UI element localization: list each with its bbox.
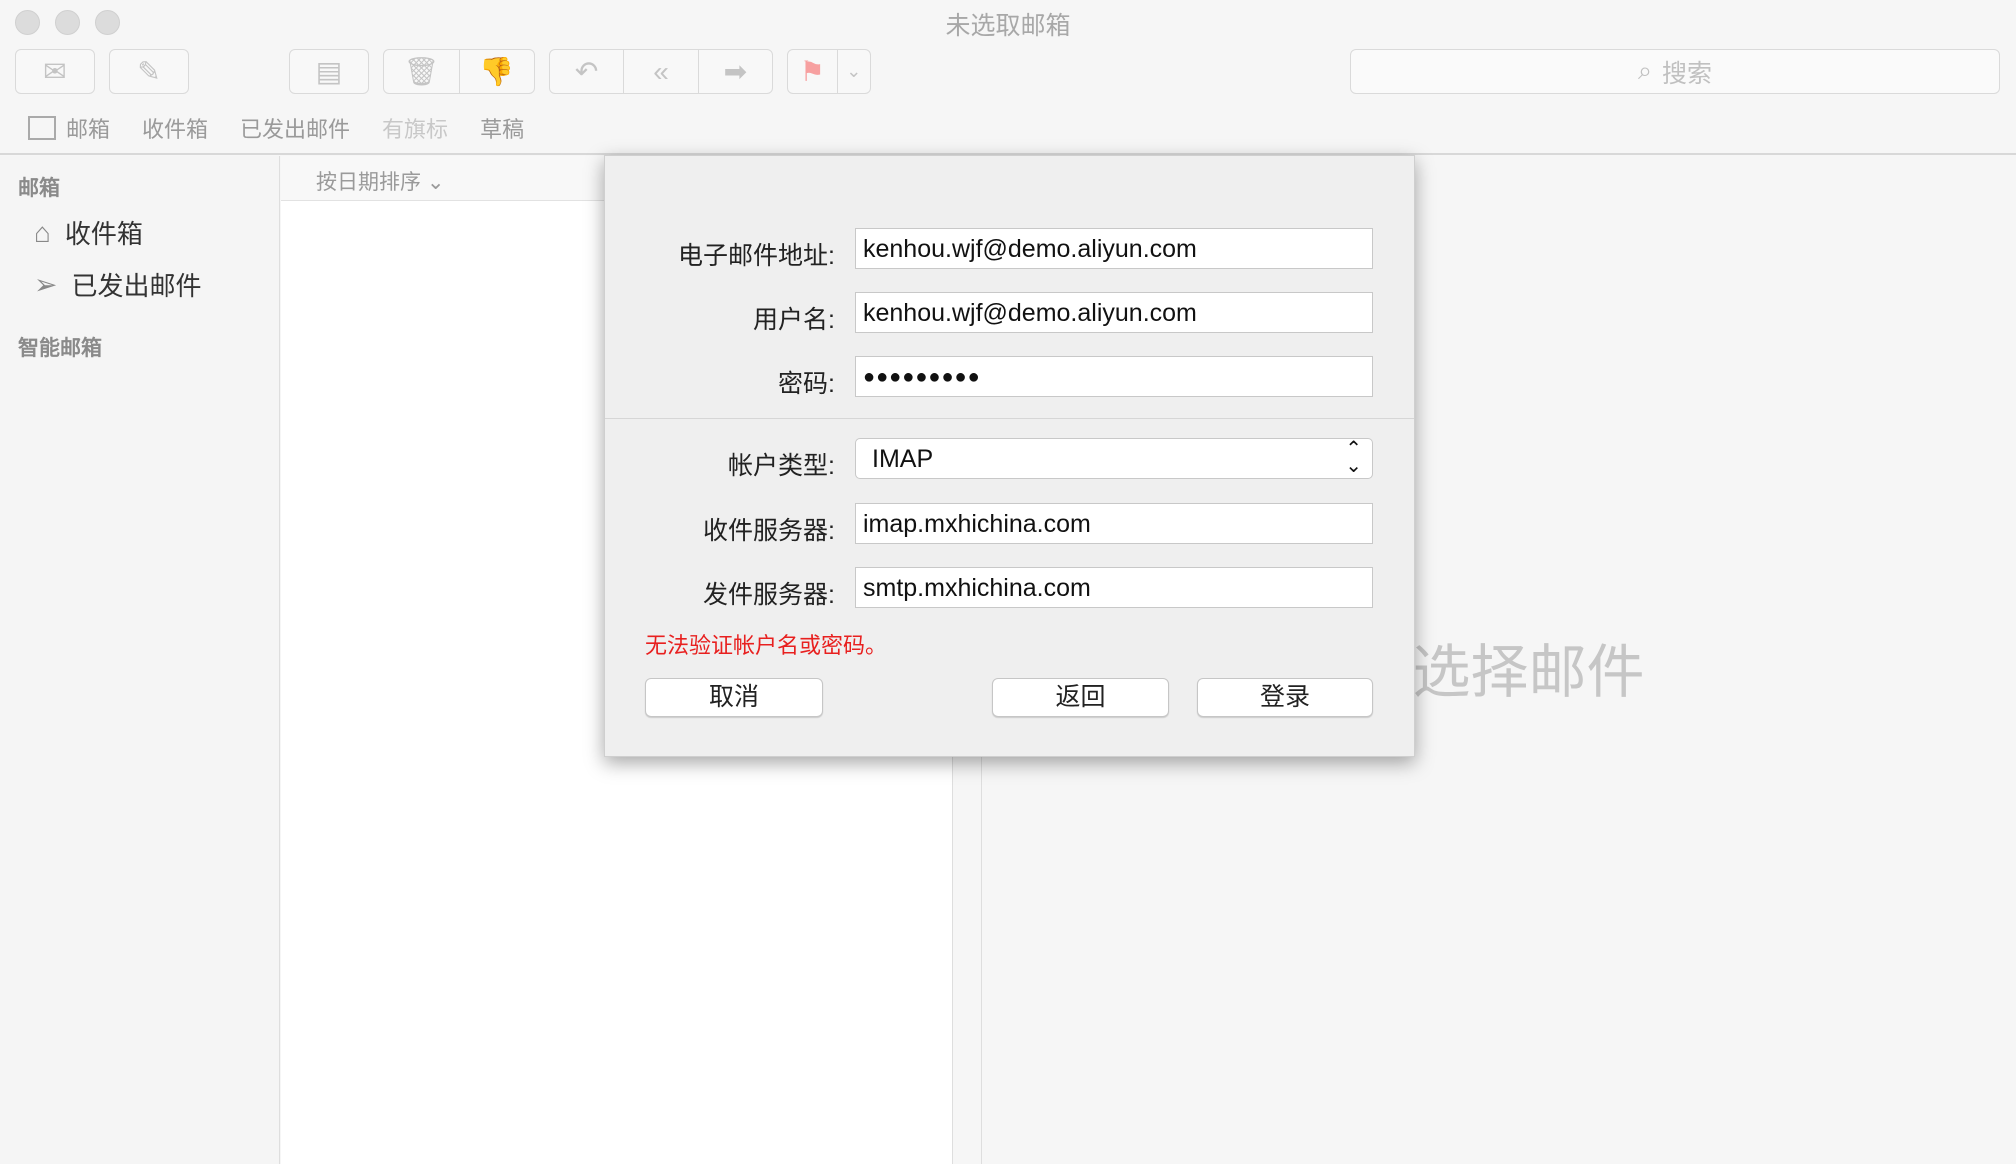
favorite-inbox[interactable]: 收件箱 xyxy=(142,112,208,144)
username-label: 用户名: xyxy=(753,306,835,334)
window-title: 未选取邮箱 xyxy=(945,12,1071,40)
flag-group: ⚑ ⌄ xyxy=(787,49,871,94)
password-label: 密码: xyxy=(778,370,835,398)
sidebar xyxy=(0,156,280,1164)
favorites-bar: 邮箱 收件箱 已发出邮件 有旗标 草稿 xyxy=(28,112,524,144)
error-message: 无法验证帐户名或密码。 xyxy=(645,633,888,658)
account-type-select[interactable]: IMAP ⌃ ⌄ xyxy=(855,438,1373,479)
forward-icon[interactable]: ➡ xyxy=(699,50,772,93)
envelope-icon: ✉ xyxy=(43,56,67,87)
thumbs-down-icon[interactable]: 👎 xyxy=(460,50,535,93)
reply-all-icon[interactable]: « xyxy=(624,50,699,93)
password-field[interactable]: ●●●●●●●●● xyxy=(855,356,1373,397)
account-type-label: 帐户类型: xyxy=(728,452,835,480)
incoming-server-label: 收件服务器: xyxy=(703,517,835,545)
chevron-down-icon[interactable]: ⌄ xyxy=(838,50,870,93)
email-field[interactable]: kenhou.wjf@demo.aliyun.com xyxy=(855,228,1373,269)
search-icon: ⌕ xyxy=(1637,57,1652,85)
get-mail-button[interactable]: ✉ xyxy=(15,49,95,94)
archive-icon: ▤ xyxy=(315,56,343,87)
sidebar-section-smart: 智能邮箱 xyxy=(18,337,102,360)
favorite-mailboxes[interactable]: 邮箱 xyxy=(66,112,110,144)
updown-chevron-icon: ⌃ ⌄ xyxy=(1345,438,1362,477)
sidebar-section-mailboxes: 邮箱 xyxy=(18,177,60,200)
favorite-flagged[interactable]: 有旗标 xyxy=(382,112,448,144)
trash-icon[interactable]: 🗑 xyxy=(384,50,460,93)
search-input[interactable]: ⌕ 搜索 xyxy=(1350,49,2000,94)
paper-plane-icon: ➢ xyxy=(34,269,58,300)
back-button[interactable]: 返回 xyxy=(992,678,1169,717)
cancel-button[interactable]: 取消 xyxy=(645,678,823,717)
favorite-sent[interactable]: 已发出邮件 xyxy=(240,112,350,144)
sidebar-toggle-icon[interactable] xyxy=(28,116,56,140)
outgoing-server-field[interactable]: smtp.mxhichina.com xyxy=(855,567,1373,608)
inbox-icon: ⌂ xyxy=(34,216,51,248)
chevron-down-icon: ⌄ xyxy=(426,171,445,194)
username-field[interactable]: kenhou.wjf@demo.aliyun.com xyxy=(855,292,1373,333)
compose-icon: ✎ xyxy=(137,56,161,87)
sidebar-item-inbox[interactable]: ⌂ 收件箱 xyxy=(34,214,143,251)
reply-group: ↶ «➡ xyxy=(549,49,773,94)
separator xyxy=(605,418,1414,419)
favorite-drafts[interactable]: 草稿 xyxy=(480,112,524,144)
sidebar-item-sent[interactable]: ➢ 已发出邮件 xyxy=(34,266,201,303)
outgoing-server-label: 发件服务器: xyxy=(703,581,835,609)
reply-icon[interactable]: ↶ xyxy=(550,50,625,93)
archive-button[interactable]: ▤ xyxy=(289,49,369,94)
delete-junk-group: 🗑 👎 xyxy=(383,49,535,94)
compose-button[interactable]: ✎ xyxy=(109,49,189,94)
incoming-server-field[interactable]: imap.mxhichina.com xyxy=(855,503,1373,544)
login-button[interactable]: 登录 xyxy=(1197,678,1373,717)
email-label: 电子邮件地址: xyxy=(678,242,835,270)
account-dialog: 电子邮件地址: kenhou.wjf@demo.aliyun.com 用户名: … xyxy=(604,155,1415,757)
flag-icon[interactable]: ⚑ xyxy=(788,50,838,93)
